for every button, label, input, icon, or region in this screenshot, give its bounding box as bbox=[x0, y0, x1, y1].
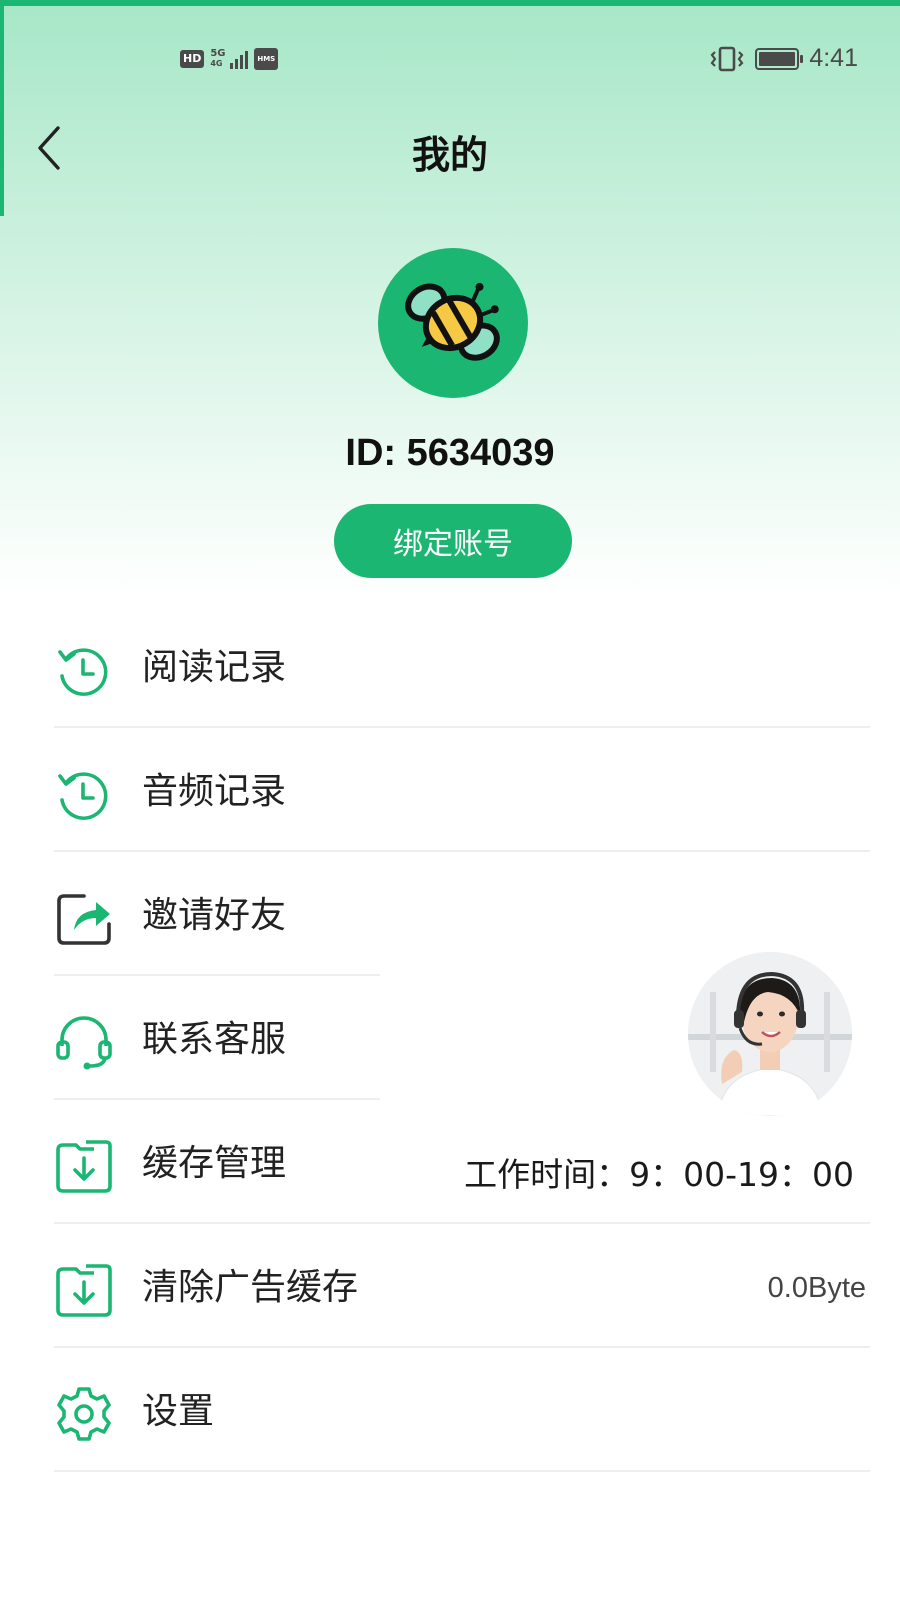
ad-cache-size: 0.0Byte bbox=[767, 1272, 866, 1304]
menu-item-label: 联系客服 bbox=[142, 1019, 287, 1060]
menu-item-label: 清除广告缓存 bbox=[142, 1267, 359, 1308]
headset-icon bbox=[56, 1016, 112, 1070]
download-folder-icon bbox=[56, 1264, 112, 1317]
status-time: 4:41 bbox=[809, 44, 858, 72]
menu-item-label: 设置 bbox=[142, 1391, 215, 1432]
vibrate-icon bbox=[710, 46, 744, 71]
hd-badge: HD bbox=[180, 50, 205, 68]
download-folder-icon bbox=[56, 1140, 112, 1193]
profile-page: HD 5G 4G HMS 4:41 我的 ID: 5634039 绑定账号 阅读… bbox=[0, 0, 900, 1600]
agent-photo-icon bbox=[688, 952, 852, 1116]
network-type: 5G 4G bbox=[210, 48, 226, 69]
menu-item-label: 阅读记录 bbox=[142, 647, 287, 688]
menu-item-audio-history[interactable]: 音频记录 bbox=[0, 728, 900, 852]
history-icon bbox=[58, 772, 108, 820]
menu-item-reading-history[interactable]: 阅读记录 bbox=[0, 604, 900, 728]
menu-item-label: 音频记录 bbox=[142, 771, 287, 812]
network-type-5g: 5G bbox=[210, 48, 226, 59]
customer-service-avatar[interactable] bbox=[688, 952, 852, 1116]
history-icon bbox=[58, 648, 108, 696]
battery-icon bbox=[755, 47, 804, 70]
avatar[interactable] bbox=[378, 248, 528, 398]
bind-account-button[interactable]: 绑定账号 bbox=[334, 504, 572, 578]
hms-badge: HMS bbox=[254, 48, 279, 70]
menu-item-settings[interactable]: 设置 bbox=[0, 1348, 900, 1472]
menu-item-clear-ad-cache[interactable]: 清除广告缓存 0.0Byte bbox=[0, 1224, 900, 1348]
bee-logo-icon bbox=[405, 282, 500, 361]
share-icon bbox=[57, 894, 111, 945]
network-type-4g: 4G bbox=[210, 59, 223, 68]
signal-icon bbox=[230, 49, 249, 69]
user-id: ID: 5634039 bbox=[345, 432, 555, 474]
menu-item-label: 邀请好友 bbox=[142, 895, 287, 936]
menu-item-label: 缓存管理 bbox=[142, 1143, 287, 1184]
page-title: 我的 bbox=[411, 133, 488, 177]
status-bar-left: HD 5G 4G HMS bbox=[180, 48, 279, 70]
left-accent-line bbox=[0, 0, 4, 216]
work-hours-text: 工作时间：9：00-19：00 bbox=[464, 1155, 854, 1194]
divider bbox=[54, 1470, 870, 1472]
gear-icon bbox=[57, 1387, 111, 1441]
status-bar-right: 4:41 bbox=[709, 44, 858, 73]
top-accent-line bbox=[0, 0, 900, 6]
